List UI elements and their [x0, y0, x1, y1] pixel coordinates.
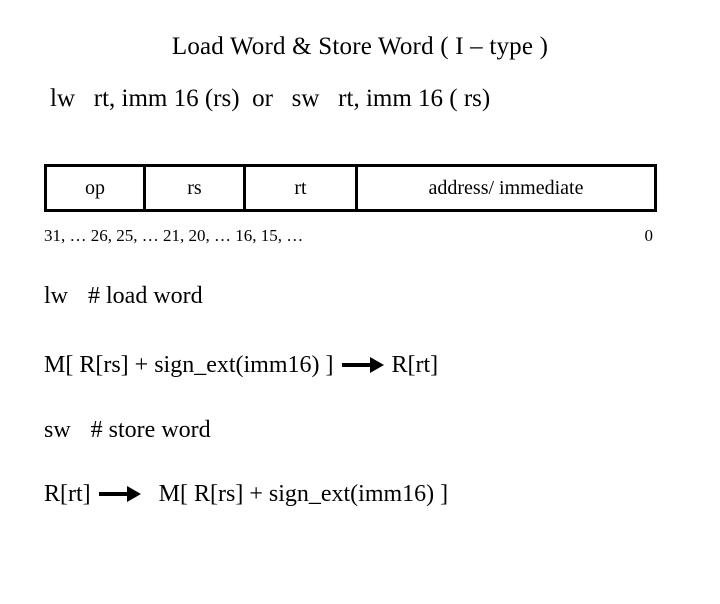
- arrow-head: [369, 357, 384, 373]
- operation-lw-semantics: M[ R[rs] + sign_ext(imm16) ] R[rt]: [44, 350, 438, 380]
- right-arrow-icon: [340, 355, 386, 375]
- arrow-shaft: [341, 363, 372, 367]
- operation-sw-comment: # store word: [90, 417, 211, 443]
- page-title: Load Word & Store Word ( I – type ): [171, 33, 549, 60]
- operation-sw-mnemonic: sw: [44, 417, 71, 443]
- operation-sw-semantics-destination: M[ R[rs] + sign_ext(imm16) ]: [158, 481, 449, 507]
- operation-sw-semantics: R[rt] M[ R[rs] + sign_ext(imm16) ]: [44, 479, 448, 509]
- operation-lw-semantics-source: M[ R[rs] + sign_ext(imm16) ]: [44, 352, 334, 378]
- bit-range-label-zero: 0: [644, 226, 654, 245]
- operation-lw-header: lw # load word: [44, 281, 203, 311]
- format-field-op: op: [85, 177, 105, 199]
- arrow-shaft: [98, 492, 129, 496]
- instruction-format-table: op rs rt address/ immediate: [44, 164, 657, 212]
- operation-sw-header: sw # store word: [44, 415, 211, 445]
- format-field-address-immediate: address/ immediate: [355, 167, 654, 209]
- format-field-rs: rs: [143, 167, 243, 209]
- instruction-syntax-line: lw rt, imm 16 (rs) or sw rt, imm 16 ( rs…: [50, 85, 491, 112]
- operation-lw-comment: # load word: [88, 283, 203, 309]
- right-arrow-icon: [97, 484, 143, 504]
- bit-range-labels-left: 31, … 26, 25, … 21, 20, … 16, 15, …: [44, 226, 304, 245]
- arrow-head: [126, 486, 141, 502]
- slide-canvas: Load Word & Store Word ( I – type ) lw r…: [0, 0, 720, 540]
- operation-sw-semantics-source: R[rt]: [44, 481, 91, 507]
- operation-lw-semantics-destination: R[rt]: [391, 352, 439, 378]
- operation-lw-mnemonic: lw: [44, 283, 68, 309]
- format-field-rt: rt: [243, 167, 355, 209]
